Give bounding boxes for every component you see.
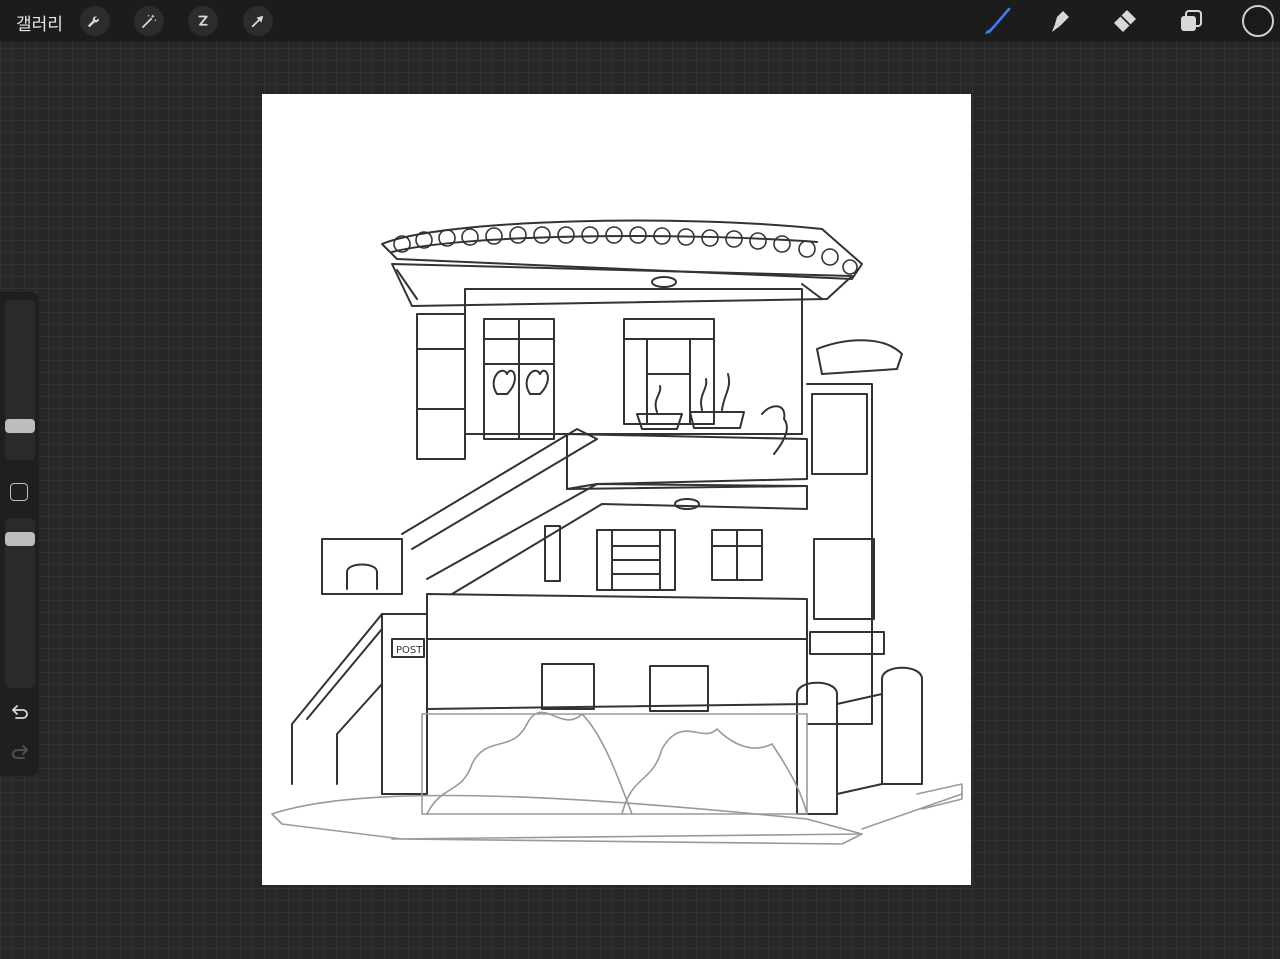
mailbox-post-label: POST xyxy=(396,645,423,656)
brush-icon xyxy=(985,7,1011,34)
selection-button[interactable] xyxy=(188,6,218,36)
color-picker-swatch[interactable] xyxy=(1242,5,1274,37)
brush-size-thumb[interactable] xyxy=(5,419,35,433)
transform-button[interactable] xyxy=(243,6,273,36)
actions-button[interactable] xyxy=(80,6,110,36)
modify-button[interactable] xyxy=(10,483,28,501)
eraser-tool-button[interactable] xyxy=(1108,4,1142,38)
smudge-icon xyxy=(1052,11,1069,32)
opacity-thumb[interactable] xyxy=(5,532,35,546)
adjustments-button[interactable] xyxy=(134,6,164,36)
selection-s-icon xyxy=(198,15,208,26)
undo-icon xyxy=(12,705,28,719)
redo-icon xyxy=(12,745,28,759)
eraser-icon xyxy=(1114,10,1136,32)
top-toolbar: 갤러리 xyxy=(0,0,1280,42)
drawing-canvas[interactable]: POST xyxy=(262,94,971,885)
brush-size-slider[interactable] xyxy=(5,300,35,460)
magic-wand-icon xyxy=(142,14,157,28)
left-sidebar xyxy=(0,292,39,776)
layers-icon xyxy=(1181,10,1202,31)
layers-button[interactable] xyxy=(1174,4,1208,38)
brush-tool-button[interactable] xyxy=(979,4,1013,38)
arrow-cursor-icon xyxy=(251,15,264,28)
gallery-button[interactable]: 갤러리 xyxy=(16,10,63,35)
wrench-icon xyxy=(88,16,99,27)
house-line-drawing: POST xyxy=(271,219,963,845)
undo-button[interactable] xyxy=(8,702,32,722)
smudge-tool-button[interactable] xyxy=(1043,4,1077,38)
redo-button[interactable] xyxy=(8,742,32,762)
